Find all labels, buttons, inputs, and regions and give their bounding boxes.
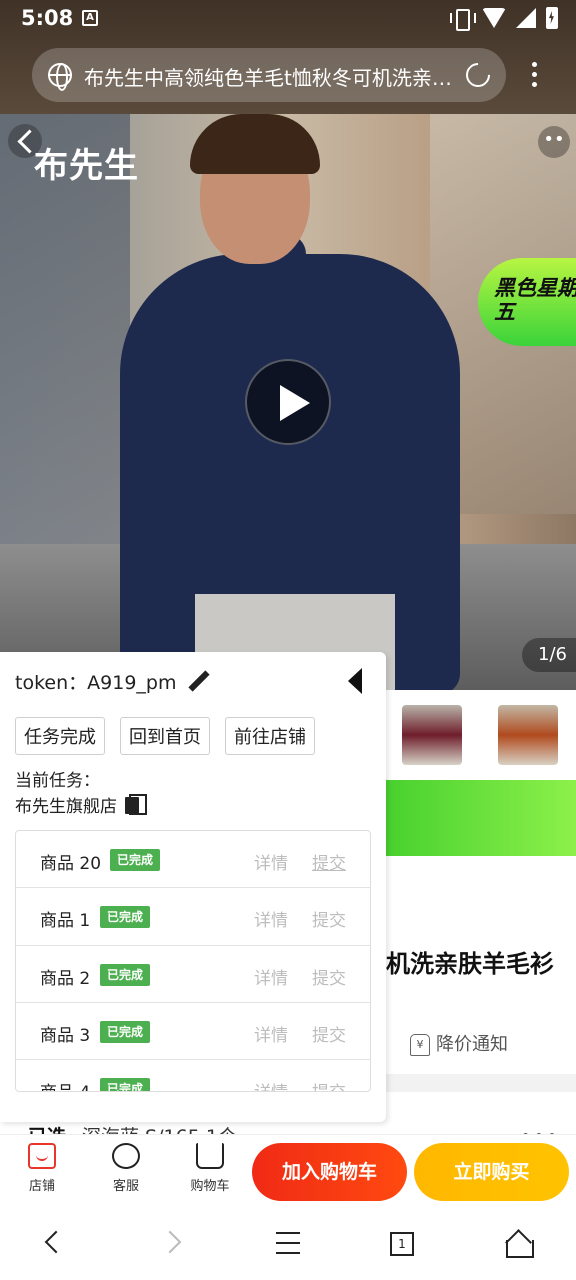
- current-task-label: 当前任务：: [15, 771, 100, 791]
- store-button[interactable]: 店铺: [12, 1143, 72, 1194]
- token-label: token：: [15, 672, 88, 694]
- home-icon[interactable]: [506, 1230, 534, 1258]
- item-name: 商品 1: [40, 911, 91, 932]
- purchase-bar: 店铺 客服 购物车 加入购物车 立即购买: [0, 1134, 576, 1210]
- panel-actions: 任务完成 回到首页 前往店铺: [15, 717, 315, 755]
- status-badge: 已完成: [100, 1020, 151, 1043]
- current-task: 布先生旗舰店: [15, 792, 147, 817]
- submit-link[interactable]: 提交: [312, 1021, 346, 1046]
- detail-link[interactable]: 详情: [254, 1078, 288, 1091]
- status-badge: 已完成: [100, 906, 151, 929]
- list-item: 商品 2 已完成 详情 提交: [16, 946, 370, 1003]
- status-badge: 已完成: [100, 1078, 151, 1091]
- chat-icon: [112, 1143, 140, 1169]
- detail-link[interactable]: 详情: [254, 964, 288, 989]
- battery-charging-icon: [546, 7, 558, 29]
- color-thumbnail-burgundy[interactable]: [402, 705, 462, 765]
- detail-link[interactable]: 详情: [254, 1021, 288, 1046]
- list-item: 商品 20 已完成 详情 提交: [16, 831, 370, 889]
- item-name: 商品 3: [40, 1025, 91, 1046]
- store-icon: [28, 1143, 56, 1169]
- add-to-cart-button[interactable]: 加入购物车: [252, 1143, 407, 1201]
- detail-link[interactable]: 详情: [254, 849, 288, 874]
- submit-link[interactable]: 提交: [312, 906, 346, 931]
- cart-button[interactable]: 购物车: [180, 1143, 240, 1194]
- list-item: 商品 4 已完成 详情 提交: [16, 1060, 370, 1091]
- status-badge: 已完成: [100, 963, 151, 986]
- price-alert-label: 降价通知: [436, 1034, 508, 1055]
- wifi-icon: [482, 8, 506, 28]
- price-alert-button[interactable]: ¥ 降价通知: [410, 1030, 508, 1056]
- current-task-value: 布先生旗舰店: [15, 797, 117, 817]
- task-complete-button[interactable]: 任务完成: [15, 717, 105, 755]
- customer-service-button[interactable]: 客服: [96, 1143, 156, 1194]
- submit-link[interactable]: 提交: [312, 964, 346, 989]
- item-name: 商品 2: [40, 968, 91, 989]
- brand-logo: 布先生: [34, 146, 139, 186]
- nav-forward-icon[interactable]: [158, 1230, 182, 1254]
- signal-icon: [516, 8, 536, 28]
- edit-icon[interactable]: [188, 670, 210, 692]
- status-badge: 已完成: [110, 849, 161, 871]
- service-label: 客服: [112, 1179, 139, 1194]
- menu-icon[interactable]: [276, 1232, 300, 1254]
- submit-link[interactable]: 提交: [312, 1078, 346, 1091]
- token-value: A919_pm: [87, 672, 177, 694]
- go-store-button[interactable]: 前往店铺: [225, 717, 315, 755]
- browser-nav-bar: 1: [0, 1210, 576, 1280]
- color-thumbnail-orange[interactable]: [498, 705, 558, 765]
- buy-now-button[interactable]: 立即购买: [414, 1143, 569, 1201]
- store-label: 店铺: [28, 1179, 55, 1194]
- collapse-panel-icon[interactable]: [348, 668, 362, 694]
- image-page-indicator: 1/6: [522, 638, 576, 672]
- item-name: 商品 4: [40, 1078, 90, 1091]
- task-list[interactable]: 商品 20 已完成 详情 提交 商品 1 已完成 详情 提交 商品 2 已完成 …: [15, 830, 371, 1092]
- notification-icon: A: [82, 10, 98, 26]
- product-title: 机洗亲肤羊毛衫: [386, 950, 554, 978]
- play-video-button[interactable]: [245, 359, 331, 445]
- cart-label: 购物车: [190, 1179, 230, 1194]
- token-task-panel: token：A919_pm 任务完成 回到首页 前往店铺 当前任务： 布先生旗舰…: [0, 652, 386, 1122]
- nav-back-icon[interactable]: [44, 1230, 68, 1254]
- globe-icon: [48, 63, 72, 91]
- page-title[interactable]: 布先生中高领纯色羊毛t恤秋冬可机洗亲肤羊毛衫: [84, 62, 454, 91]
- vibrate-icon: [450, 8, 476, 31]
- detail-link[interactable]: 详情: [254, 906, 288, 931]
- reload-icon[interactable]: [461, 58, 495, 92]
- screen: 5:08 A 布先生中高领纯色羊毛t恤秋冬可机洗亲肤羊毛衫 布先生 •• 黑色星…: [0, 0, 576, 1280]
- copy-icon[interactable]: [125, 794, 147, 815]
- token-row: token：A919_pm: [15, 668, 176, 695]
- more-icon[interactable]: ••: [538, 126, 570, 158]
- tabs-icon[interactable]: 1: [390, 1232, 414, 1256]
- back-home-button[interactable]: 回到首页: [120, 717, 210, 755]
- status-time: 5:08: [21, 6, 74, 30]
- browser-chrome: 5:08 A 布先生中高领纯色羊毛t恤秋冬可机洗亲肤羊毛衫: [0, 0, 576, 114]
- submit-link[interactable]: 提交: [312, 849, 346, 874]
- cart-icon: [196, 1143, 224, 1169]
- browser-menu-icon[interactable]: [532, 62, 538, 88]
- item-name: 商品 20: [40, 854, 102, 874]
- address-bar[interactable]: 布先生中高领纯色羊毛t恤秋冬可机洗亲肤羊毛衫: [32, 48, 506, 102]
- list-item: 商品 1 已完成 详情 提交: [16, 888, 370, 946]
- system-icons: [450, 7, 558, 31]
- promo-banner[interactable]: [386, 780, 576, 856]
- status-bar: 5:08 A: [0, 0, 576, 38]
- price-alert-icon: ¥: [410, 1034, 430, 1056]
- list-item: 商品 3 已完成 详情 提交: [16, 1003, 370, 1061]
- promo-badge[interactable]: 黑色星期五: [478, 258, 576, 346]
